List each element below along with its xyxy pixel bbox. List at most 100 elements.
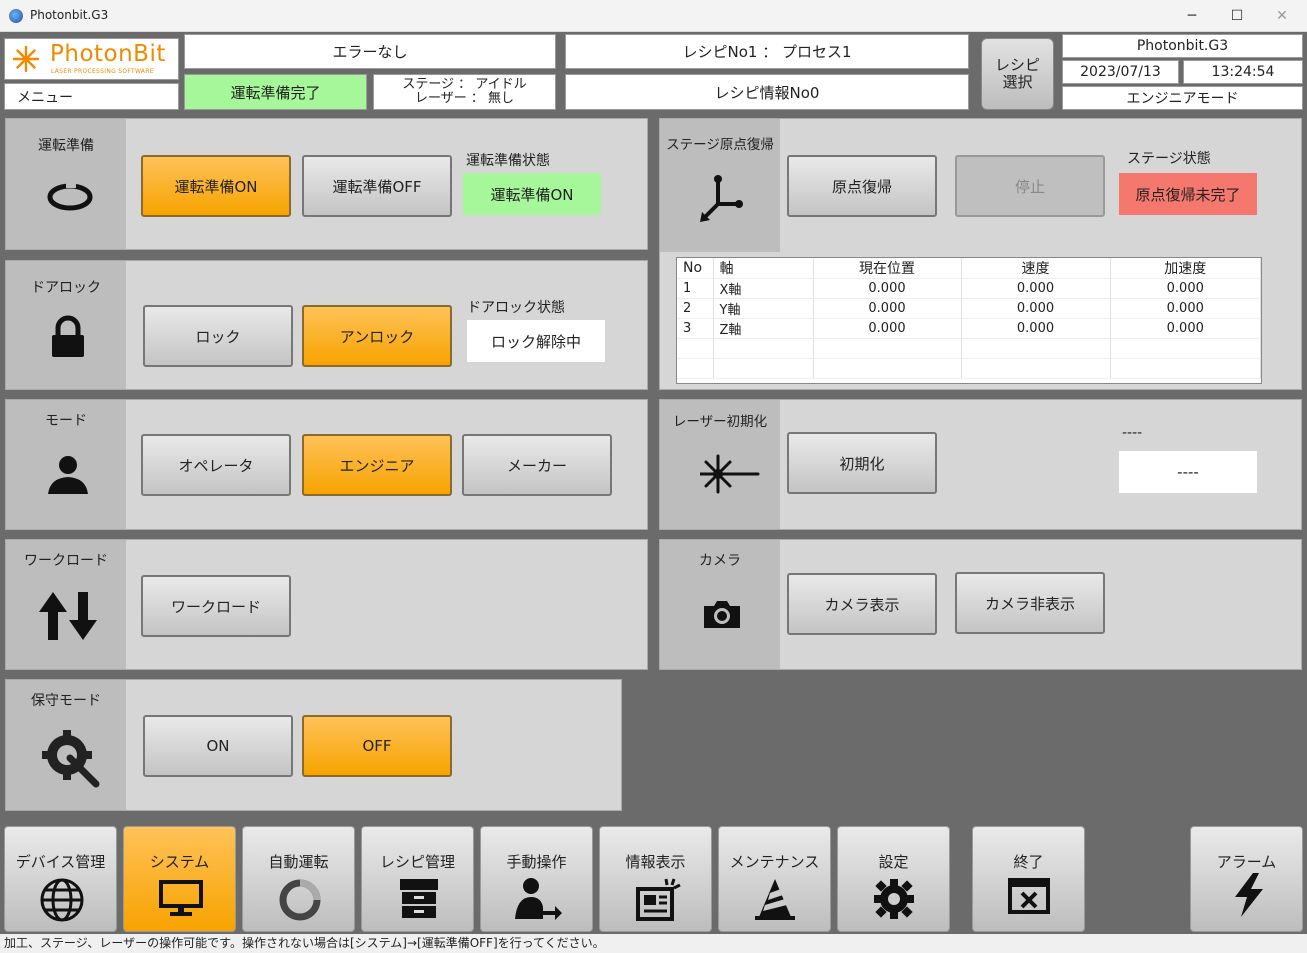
window-title: Photonbit.G3 (30, 8, 109, 22)
monitor-icon (159, 880, 203, 916)
panel-title: 保守モード (31, 693, 101, 709)
table-row[interactable]: 1 X軸 0.000 0.000 0.000 (677, 278, 1261, 299)
nav-label: 終了 (1013, 853, 1044, 871)
column-header: 軸 (713, 258, 814, 279)
laser-state-value: ---- (1119, 451, 1257, 493)
door-lock-state-label: ドアロック状態 (467, 300, 565, 316)
cell-no: 3 (677, 318, 714, 339)
cell-speed: 0.000 (961, 298, 1111, 319)
cell-accel: 0.000 (1110, 318, 1261, 339)
gear-icon (874, 879, 914, 919)
nav-label: デバイス管理 (15, 853, 106, 871)
title-bar: Photonbit.G3 ─ ☐ ✕ (0, 0, 1307, 32)
cell-speed: 0.000 (961, 278, 1111, 299)
axis-table: No 軸 現在位置 速度 加速度 1 X軸 0.000 0.000 0.000 … (676, 257, 1262, 384)
panel-title: レーザー初期化 (672, 414, 768, 430)
nav-info-display[interactable]: 情報表示 (599, 826, 712, 932)
camera-hide-button[interactable]: カメラ非表示 (955, 572, 1105, 634)
engineer-mode-button[interactable]: エンジニア (302, 434, 452, 496)
cell-no: 2 (677, 298, 714, 319)
maker-mode-button[interactable]: メーカー (462, 434, 612, 496)
panel-title: ステージ原点復帰 (666, 137, 774, 153)
panel-title: ドアロック (31, 280, 101, 296)
camera-icon (704, 601, 740, 628)
progress-ring-icon (279, 879, 321, 921)
nav-alarm[interactable]: アラーム (1190, 826, 1303, 932)
nav-maintenance[interactable]: メンテナンス (718, 826, 831, 932)
stage-state-label: ステージ状態 (1127, 151, 1211, 167)
window-close-icon (1008, 878, 1050, 914)
column-header: 加速度 (1110, 258, 1261, 279)
status-bar: 加工、ステージ、レーザーの操作可能です。操作されない場合は[システム]→[運転準… (0, 934, 1307, 953)
nav-settings[interactable]: 設定 (837, 826, 950, 932)
axes-icon (700, 175, 743, 222)
logo: PhotonBit LASER PROCESSING SOFTWARE (4, 38, 179, 80)
cabinet-icon (400, 879, 438, 918)
laser-state-label: ---- (1122, 425, 1143, 441)
maintenance-on-button[interactable]: ON (143, 715, 293, 777)
globe-icon (40, 878, 84, 922)
panel-title: カメラ (699, 553, 741, 569)
nav-label: アラーム (1216, 853, 1277, 871)
panel-title: モード (45, 413, 87, 429)
nav-auto-operation[interactable]: 自動運転 (242, 826, 355, 932)
user-icon (48, 456, 88, 494)
stop-button[interactable]: 停止 (955, 155, 1105, 217)
traffic-cone-icon (755, 879, 795, 920)
nav-exit[interactable]: 終了 (972, 826, 1085, 932)
maintenance-off-button[interactable]: OFF (302, 715, 452, 777)
run-prep-off-button[interactable]: 運転準備OFF (302, 155, 452, 217)
nav-recipe-management[interactable]: レシピ管理 (361, 826, 474, 932)
unlock-button[interactable]: アンロック (302, 305, 452, 367)
home-return-button[interactable]: 原点復帰 (787, 155, 937, 217)
table-row[interactable]: 3 Z軸 0.000 0.000 0.000 (677, 318, 1261, 339)
cell-axis: Z軸 (713, 318, 814, 339)
cell-axis: X軸 (713, 278, 814, 299)
up-down-arrows-icon (39, 592, 97, 640)
nav-label: メンテナンス (729, 853, 820, 871)
app-icon (9, 9, 23, 23)
minimize-button[interactable]: ─ (1172, 4, 1212, 28)
camera-show-button[interactable]: カメラ表示 (787, 573, 937, 635)
person-arrow-icon (515, 878, 562, 920)
run-ready-status: 運転準備完了 (184, 74, 367, 110)
nav-label: 手動操作 (506, 853, 567, 871)
newspaper-icon (636, 878, 681, 921)
cell-axis: Y軸 (713, 298, 814, 319)
cell-speed: 0.000 (961, 318, 1111, 339)
cell-position: 0.000 (813, 318, 962, 339)
column-header: No (677, 258, 714, 279)
lock-button[interactable]: ロック (143, 305, 293, 367)
nav-label: システム (149, 853, 210, 871)
lock-icon (52, 315, 84, 357)
maximize-button[interactable]: ☐ (1217, 4, 1257, 28)
work-load-panel: ワークロード (5, 539, 648, 670)
run-prep-on-button[interactable]: 運転準備ON (141, 155, 291, 217)
run-prep-state-label: 運転準備状態 (466, 153, 550, 169)
recipe-select-button[interactable]: レシピ 選択 (981, 38, 1054, 110)
nav-manual-operation[interactable]: 手動操作 (480, 826, 593, 932)
recipe-info: レシピ情報No0 (565, 74, 969, 110)
operator-mode-button[interactable]: オペレータ (141, 434, 291, 496)
date-display: 2023/07/13 (1062, 60, 1179, 84)
ring-icon (47, 182, 93, 211)
wrench-gear-icon (42, 730, 100, 788)
table-row[interactable]: 2 Y軸 0.000 0.000 0.000 (677, 298, 1261, 319)
nav-label: レシピ管理 (379, 853, 455, 871)
laser-icon (700, 454, 760, 494)
nav-device-management[interactable]: デバイス管理 (4, 826, 117, 932)
work-load-button[interactable]: ワークロード (141, 575, 291, 637)
app-name: Photonbit.G3 (1062, 34, 1303, 58)
cell-position: 0.000 (813, 278, 962, 299)
nav-label: 自動運転 (268, 853, 329, 871)
user-mode: エンジニアモード (1062, 86, 1303, 110)
close-button[interactable]: ✕ (1262, 4, 1302, 28)
nav-system[interactable]: システム (123, 826, 236, 932)
menu-button[interactable]: メニュー (4, 83, 179, 110)
stage-state-value: 原点復帰未完了 (1119, 173, 1257, 215)
error-status: エラーなし (184, 34, 556, 69)
laser-init-button[interactable]: 初期化 (787, 432, 937, 494)
logo-tagline: LASER PROCESSING SOFTWARE (51, 68, 154, 75)
time-display: 13:24:54 (1183, 60, 1303, 84)
recipe-name: レシピNo1 ： プロセス1 (565, 34, 969, 69)
